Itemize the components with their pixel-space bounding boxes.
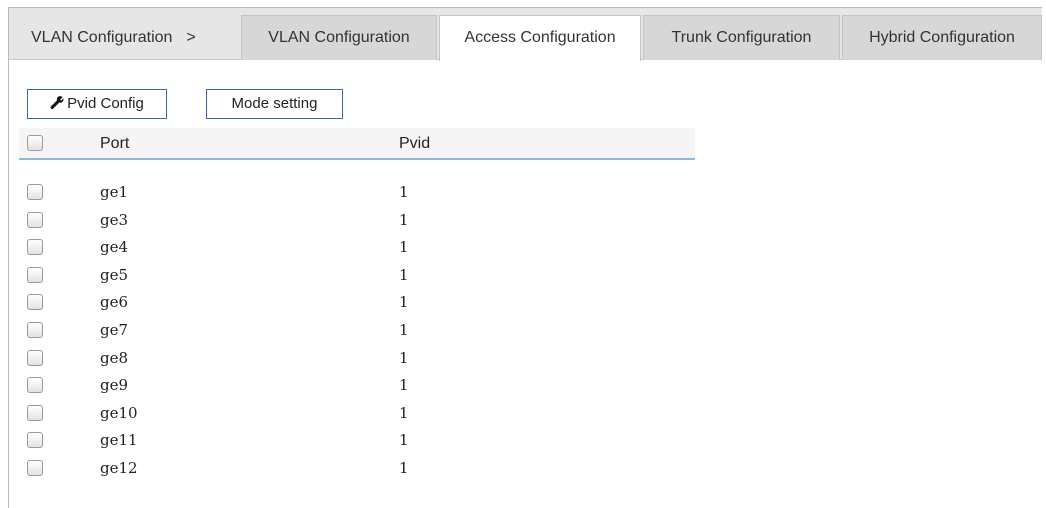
pvid-cell: 1 [399, 348, 409, 367]
pvid-config-button[interactable]: Pvid Config [27, 89, 167, 119]
tab-bar: VLAN Configuration > VLAN Configuration A… [9, 8, 1042, 61]
mode-setting-button[interactable]: Mode setting [206, 89, 343, 119]
port-cell: ge1 [100, 183, 129, 201]
row-checkbox[interactable] [27, 349, 43, 366]
row-checkbox[interactable] [27, 377, 43, 394]
row-checkbox[interactable] [27, 322, 43, 338]
page-frame: VLAN Configuration > VLAN Configuration A… [8, 7, 1042, 508]
tab-trunk-configuration[interactable]: Trunk Configuration [643, 15, 840, 60]
row-checkbox[interactable] [27, 211, 43, 228]
row-checkbox[interactable] [27, 239, 43, 256]
row-checkbox[interactable] [27, 460, 43, 476]
table-row[interactable]: ge5 1 [19, 262, 695, 289]
table-header: Port Pvid [19, 128, 695, 160]
table-row[interactable]: ge6 1 [19, 289, 695, 316]
select-all-checkbox[interactable] [27, 135, 43, 151]
tab-access-configuration[interactable]: Access Configuration [439, 15, 641, 61]
column-header-pvid: Pvid [399, 135, 431, 152]
row-checkbox[interactable] [27, 404, 43, 421]
port-cell: ge6 [100, 293, 129, 312]
row-checkbox[interactable] [27, 266, 43, 283]
pvid-cell: 1 [399, 376, 409, 395]
port-cell: ge12 [100, 459, 138, 477]
row-checkbox[interactable] [27, 432, 43, 449]
table-row[interactable]: ge10 1 [19, 400, 695, 427]
pvid-cell: 1 [399, 238, 409, 257]
column-header-port: Port [100, 135, 130, 152]
table-row[interactable]: ge11 1 [19, 427, 695, 454]
pvid-cell: 1 [399, 183, 409, 201]
port-cell: ge7 [100, 321, 129, 339]
table-row[interactable]: ge4 1 [19, 234, 695, 261]
pvid-cell: 1 [399, 210, 409, 229]
pvid-config-label: Pvid Config [67, 95, 144, 112]
table-row[interactable]: ge12 1 [19, 455, 695, 482]
pvid-cell: 1 [399, 321, 409, 339]
pvid-cell: 1 [399, 293, 409, 312]
port-cell: ge4 [100, 238, 129, 257]
port-cell: ge9 [100, 376, 129, 395]
pvid-cell: 1 [399, 265, 409, 284]
pvid-cell: 1 [399, 431, 409, 450]
table-row[interactable]: ge7 1 [19, 317, 695, 344]
table-row[interactable]: ge1 1 [19, 179, 695, 206]
row-checkbox[interactable] [27, 294, 43, 311]
tab-hybrid-configuration[interactable]: Hybrid Configuration [842, 15, 1042, 60]
port-cell: ge5 [100, 265, 129, 284]
pvid-cell: 1 [399, 403, 409, 422]
breadcrumb-separator: > [186, 29, 196, 46]
port-cell: ge8 [100, 348, 129, 367]
wrench-icon [50, 92, 64, 120]
port-cell: ge11 [100, 431, 138, 450]
table-row[interactable]: ge8 1 [19, 345, 695, 372]
breadcrumb: VLAN Configuration > [9, 15, 231, 60]
table-row[interactable]: ge3 1 [19, 207, 695, 234]
tab-vlan-configuration[interactable]: VLAN Configuration [241, 15, 437, 60]
pvid-cell: 1 [399, 459, 409, 477]
breadcrumb-label: VLAN Configuration [31, 29, 173, 46]
port-cell: ge10 [100, 403, 138, 422]
row-checkbox[interactable] [27, 184, 43, 200]
port-cell: ge3 [100, 210, 129, 229]
table-row[interactable]: ge9 1 [19, 372, 695, 399]
